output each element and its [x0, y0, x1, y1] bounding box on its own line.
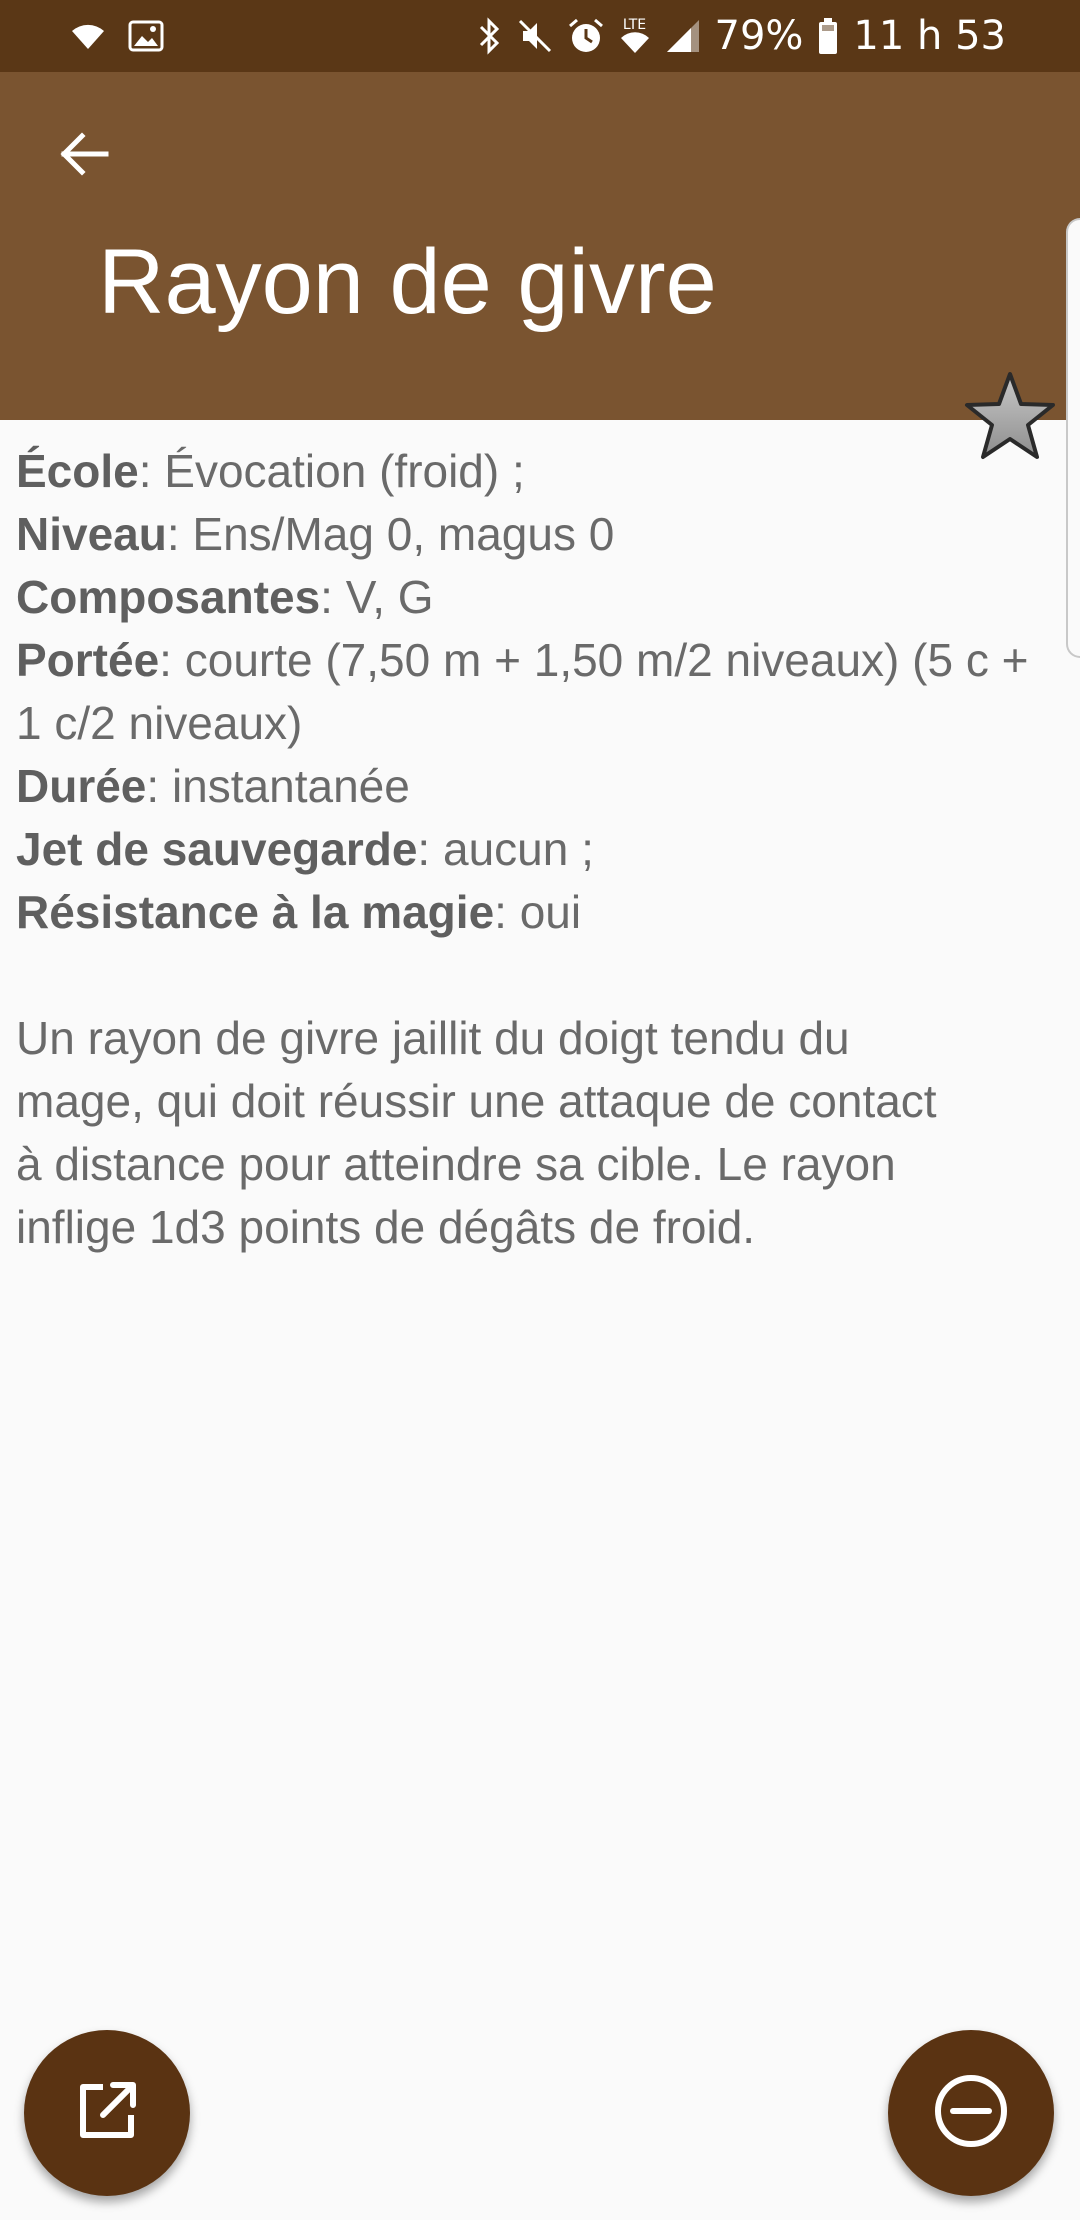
spell-components-value: : V, G — [320, 571, 434, 623]
status-bar-left — [70, 16, 164, 56]
mute-icon — [517, 18, 553, 54]
status-bar: LTE 79% 11 h 53 — [0, 0, 1080, 72]
spell-resistance: Résistance à la magie: oui — [16, 881, 1046, 944]
spell-saving-throw: Jet de sauvegarde: aucun ; — [16, 818, 1046, 881]
spell-level-label: Niveau — [16, 508, 167, 560]
spell-level: Niveau: Ens/Mag 0, magus 0 — [16, 503, 1046, 566]
scroll-handle[interactable] — [1066, 218, 1080, 658]
spell-school-label: École — [16, 445, 139, 497]
spell-range-label: Portée — [16, 634, 160, 686]
spell-components-label: Composantes — [16, 571, 321, 623]
back-button[interactable] — [40, 112, 128, 200]
open-external-button[interactable] — [24, 2030, 190, 2196]
bluetooth-icon — [477, 16, 503, 56]
spell-school: École: Évocation (froid) ; — [16, 440, 1046, 503]
spell-saving-throw-value: : aucun ; — [417, 823, 594, 875]
lte-label: LTE — [622, 17, 647, 33]
signal-icon — [665, 18, 701, 54]
clock: 11 h 53 — [853, 13, 1006, 59]
spell-duration: Durée: instantanée — [16, 755, 1046, 818]
battery-icon — [817, 17, 839, 55]
spell-duration-label: Durée — [16, 760, 147, 812]
image-icon — [128, 20, 164, 52]
spell-description: Un rayon de givre jaillit du doigt tendu… — [16, 1012, 937, 1253]
spell-duration-value: : instantanée — [146, 760, 410, 812]
remove-button[interactable] — [888, 2030, 1054, 2196]
app-bar: Rayon de givre — [0, 72, 1080, 420]
spell-range: Portée: courte (7,50 m + 1,50 m/2 niveau… — [16, 629, 1046, 755]
spell-resistance-value: : oui — [494, 886, 582, 938]
spell-level-value: : Ens/Mag 0, magus 0 — [166, 508, 615, 560]
wifi-icon — [70, 21, 106, 51]
minus-circle-icon — [933, 2073, 1009, 2154]
arrow-left-icon — [56, 126, 112, 187]
alarm-icon — [567, 17, 605, 55]
open-in-new-icon — [75, 2079, 139, 2148]
spell-details: École: Évocation (froid) ; Niveau: Ens/M… — [16, 440, 1046, 1259]
spell-school-value: : Évocation (froid) ; — [138, 445, 525, 497]
page-title: Rayon de givre — [98, 231, 717, 333]
lte-wifi-icon: LTE — [619, 18, 651, 54]
status-bar-right: LTE 79% 11 h 53 — [477, 10, 1006, 62]
battery-percent: 79% — [714, 13, 804, 59]
spell-resistance-label: Résistance à la magie — [16, 886, 495, 938]
spell-components: Composantes: V, G — [16, 566, 1046, 629]
spell-range-value: : courte (7,50 m + 1,50 m/2 niveaux) (5 … — [16, 634, 1029, 749]
spell-saving-throw-label: Jet de sauvegarde — [16, 823, 418, 875]
